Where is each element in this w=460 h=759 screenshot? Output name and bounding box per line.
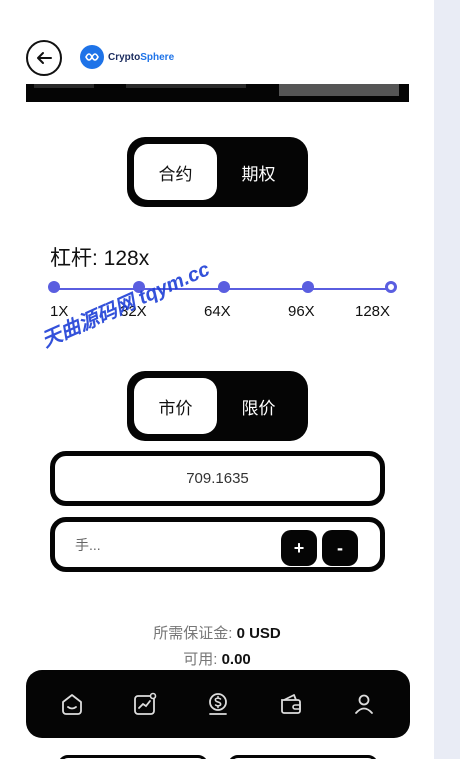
tab-options[interactable]: 期权 xyxy=(217,144,300,200)
market-icon xyxy=(134,692,157,715)
ticker-strip xyxy=(26,84,409,102)
amount-input[interactable] xyxy=(75,534,255,556)
back-button[interactable] xyxy=(26,40,62,76)
bottom-tab-bar xyxy=(26,670,410,738)
trade-icon xyxy=(209,693,227,715)
wallet-icon xyxy=(280,694,301,714)
logo-icon xyxy=(80,45,104,69)
required-margin-value: 0 USD xyxy=(236,625,281,642)
buy-button[interactable] xyxy=(58,755,208,759)
leverage-slider-thumb[interactable] xyxy=(385,281,397,293)
leverage-stop-64x[interactable] xyxy=(218,281,230,293)
logo-text-a: Crypto xyxy=(108,51,141,63)
leverage-stop-1x[interactable] xyxy=(48,281,60,293)
tab-profile[interactable] xyxy=(344,684,384,724)
available-balance: 可用: 0.00 xyxy=(0,648,434,669)
price-field[interactable]: 709.1635 xyxy=(50,451,385,506)
price-value: 709.1635 xyxy=(186,470,249,487)
sell-button[interactable] xyxy=(228,755,378,759)
tab-contract[interactable]: 合约 xyxy=(134,144,217,200)
ticker-fragment xyxy=(126,84,246,88)
decrease-button[interactable]: - xyxy=(322,530,358,566)
brand-logo: CryptoSphere xyxy=(80,45,174,69)
leverage-label: 杠杆: 128x xyxy=(50,247,150,270)
logo-text-b: Sphere xyxy=(140,51,175,63)
leverage-tick: 64X xyxy=(204,303,231,320)
contract-type-toggle: 合约 期权 xyxy=(127,137,308,207)
trade-page: CryptoSphere 合约 期权 杠杆: 128x 1X 32X 64X 9… xyxy=(0,0,434,759)
tab-wallet[interactable] xyxy=(271,684,311,724)
increase-button[interactable]: + xyxy=(281,530,317,566)
tab-limit-order[interactable]: 限价 xyxy=(217,378,300,434)
ticker-chip xyxy=(279,84,399,96)
arrow-left-icon xyxy=(37,52,52,64)
tab-market-order[interactable]: 市价 xyxy=(134,378,217,434)
amount-field: + - xyxy=(50,517,385,572)
tab-market[interactable] xyxy=(125,684,165,724)
logo-text: CryptoSphere xyxy=(108,52,174,63)
profile-icon xyxy=(354,694,373,714)
leverage-tick: 96X xyxy=(288,303,315,320)
tab-home[interactable] xyxy=(52,684,92,724)
leverage-stop-96x[interactable] xyxy=(302,281,314,293)
order-type-toggle: 市价 限价 xyxy=(127,371,308,441)
available-value: 0.00 xyxy=(221,651,251,668)
ticker-fragment xyxy=(34,84,94,88)
available-label: 可用: xyxy=(183,651,218,668)
required-margin-label: 所需保证金: xyxy=(153,625,233,642)
leverage-tick: 128X xyxy=(355,303,391,320)
home-icon xyxy=(62,694,83,715)
required-margin: 所需保证金: 0 USD xyxy=(0,622,434,643)
tab-trade[interactable] xyxy=(198,684,238,724)
